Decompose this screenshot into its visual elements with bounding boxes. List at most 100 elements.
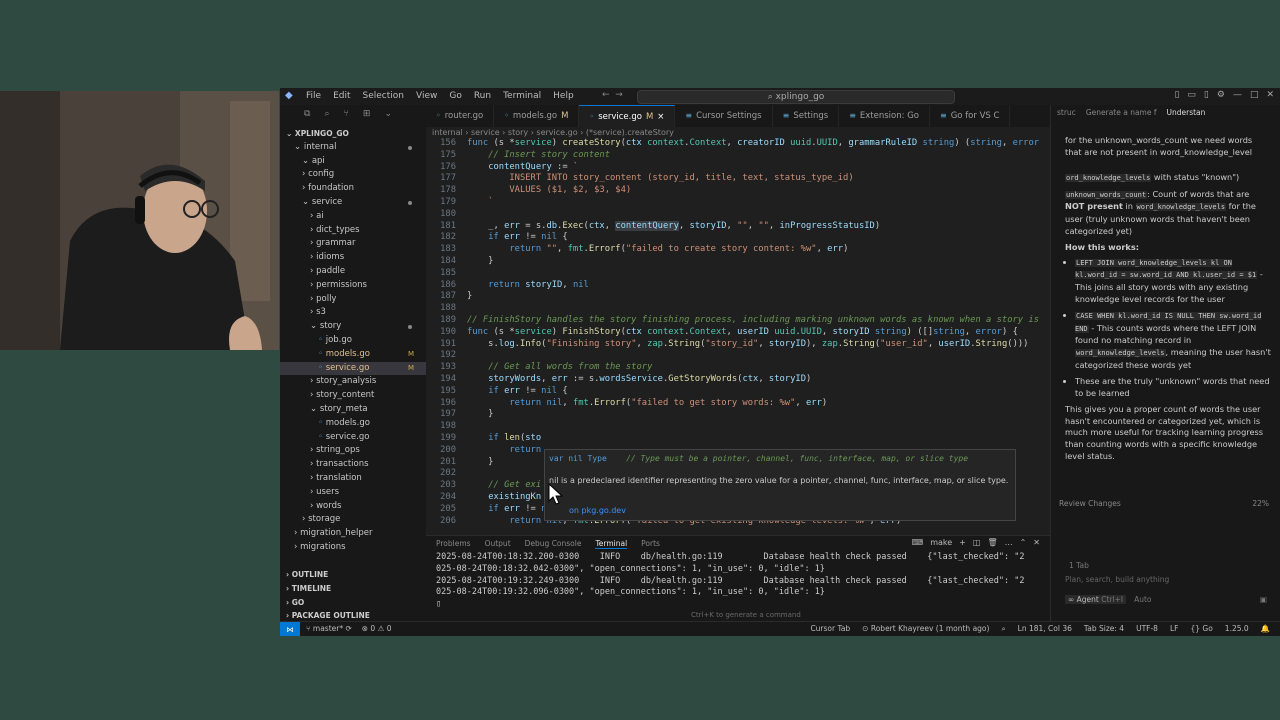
eol[interactable]: LF [1170,624,1179,634]
close-panel-icon[interactable]: ✕ [1033,538,1040,547]
more-icon[interactable]: … [1005,538,1013,547]
panel-tab-ports[interactable]: Ports [641,539,660,549]
folder-item[interactable]: › grammar [280,237,426,251]
tab-size[interactable]: Tab Size: 4 [1084,624,1124,634]
editor-tab[interactable]: ◦ models.go M [494,105,580,127]
code-line[interactable]: // FinishStory handles the story finishi… [467,315,1039,325]
terminal-output[interactable]: 2025-08-24T00:18:32.200-0300 INFO db/hea… [436,552,1040,611]
layout-panel-icon[interactable]: ▭ [1187,90,1196,100]
code-line[interactable]: } [467,457,493,467]
code-line[interactable]: if err != nil { [467,386,567,396]
pkg-go-dev-link[interactable]: on pkg.go.dev [569,506,626,515]
chevron-down-icon[interactable]: ⌄ [384,109,392,127]
file-item[interactable]: ◦ models.go [280,417,426,431]
chat-tab[interactable]: Generate a name f [1086,108,1157,126]
model-auto-select[interactable]: Auto [1134,595,1151,604]
code-line[interactable]: contentQuery := ` [467,162,578,172]
chat-tab[interactable]: struc [1057,108,1076,126]
code-line[interactable]: return "", fmt.Errorf("failed to create … [467,244,848,254]
layout-aux-icon[interactable]: ▯ [1204,90,1209,100]
editor-tab[interactable]: ≡ Go for VS C [930,105,1011,127]
code-line[interactable]: if len(sto [467,433,541,443]
editor-tab[interactable]: ≡ Cursor Settings [675,105,773,127]
section-outline[interactable]: › OUTLINE [280,568,426,582]
panel-tab-problems[interactable]: Problems [436,539,471,549]
zoom-icon[interactable]: ⌕ [1001,624,1005,634]
folder-item[interactable]: › ai [280,210,426,224]
cursor-position[interactable]: Ln 181, Col 36 [1018,624,1072,634]
code-line[interactable]: // Get exi [467,480,541,490]
folder-item[interactable]: ⌄ story_meta [280,403,426,417]
folder-item[interactable]: ⌄ service [280,196,426,210]
section-go[interactable]: › GO [280,596,426,610]
code-line[interactable]: return storyID, nil [467,280,589,290]
code-line[interactable]: return [467,445,541,455]
chat-input[interactable]: Plan, search, build anything [1065,575,1169,584]
code-line[interactable]: } [467,291,472,301]
search-icon[interactable]: ⌕ [324,109,329,127]
code-line[interactable]: // Get all words from the story [467,362,652,372]
editor-tab[interactable]: ≡ Settings [773,105,840,127]
code-line[interactable]: INSERT INTO story_content (story_id, tit… [467,173,853,183]
panel-tab-debug-console[interactable]: Debug Console [525,539,582,549]
folder-item[interactable]: › users [280,486,426,500]
panel-tab-terminal[interactable]: Terminal [595,539,628,549]
folder-item[interactable]: › story_content [280,389,426,403]
minimize-icon[interactable]: — [1233,90,1242,100]
folder-item[interactable]: › polly [280,293,426,307]
folder-item[interactable]: › translation [280,472,426,486]
code-line[interactable]: storyWords, err := s.wordsService.GetSto… [467,374,811,384]
menu-item-edit[interactable]: Edit [333,91,350,101]
chat-input-box[interactable]: 1 Tab Plan, search, build anything ∞ Age… [1059,555,1273,607]
section-timeline[interactable]: › TIMELINE [280,582,426,596]
bell-icon[interactable]: 🔔 [1261,624,1270,634]
branch-indicator[interactable]: ⑂ master* ⟳ [306,624,352,633]
trash-icon[interactable]: 🗑 [987,538,997,547]
chevron-up-icon[interactable]: ⌃ [1020,538,1027,547]
menu-item-terminal[interactable]: Terminal [503,91,541,101]
code-line[interactable]: func (s *service) FinishStory(ctx contex… [467,327,1018,337]
folder-item[interactable]: ⌄ internal [280,141,426,155]
folder-item[interactable]: › story_analysis [280,375,426,389]
layout-sidebar-icon[interactable]: ▯ [1174,90,1179,100]
folder-item[interactable]: › foundation [280,182,426,196]
review-changes-row[interactable]: Review Changes 22% [1059,499,1273,508]
gear-icon[interactable]: ⚙ [1217,90,1225,100]
extensions-icon[interactable]: ⊞ [363,109,371,127]
editor-tab[interactable]: ≡ Extension: Go [839,105,930,127]
folder-item[interactable]: ⌄ story [280,320,426,334]
file-item[interactable]: ◦ job.go [280,334,426,348]
folder-item[interactable]: › storage [280,513,426,527]
command-center[interactable]: ⌕ xplingo_go [637,90,955,104]
problems-indicator[interactable]: ⊗ 0 ⚠ 0 [362,624,392,633]
folder-item[interactable]: › words [280,500,426,514]
code-line[interactable]: if err != nil { [467,232,567,242]
code-line[interactable]: } [467,256,493,266]
folder-item[interactable]: › transactions [280,458,426,472]
folder-item[interactable]: › dict_types [280,224,426,238]
code-line[interactable]: return nil, fmt.Errorf("failed to get st… [467,398,827,408]
git-blame[interactable]: ⊙ Robert Khayreev (1 month ago) [862,624,989,634]
file-item[interactable]: ◦ service.go [280,431,426,445]
folder-item[interactable]: › idioms [280,251,426,265]
image-icon[interactable]: ▣ [1260,595,1267,604]
close-icon[interactable]: ✕ [1266,90,1274,100]
code-line[interactable]: ` [467,197,493,207]
task-name[interactable]: make [930,538,952,547]
code-line[interactable]: } [467,409,493,419]
editor-tab[interactable]: ◦ router.go [426,105,495,127]
menu-item-help[interactable]: Help [553,91,574,101]
menu-item-run[interactable]: Run [474,91,491,101]
code-line[interactable]: // Insert story content [467,150,610,160]
folder-item[interactable]: › config [280,168,426,182]
code-line[interactable]: VALUES ($1, $2, $3, $4) [467,185,631,195]
copy-icon[interactable]: ⧉ [304,109,310,127]
editor-tab[interactable]: ◦ service.go M × [579,105,676,127]
file-item[interactable]: ◦ service.go M [280,361,426,376]
close-tab-icon[interactable]: × [657,106,664,127]
language-mode[interactable]: {} Go [1190,624,1212,634]
menu-item-go[interactable]: Go [449,91,461,101]
chat-tab[interactable]: Understan [1167,108,1206,126]
explorer-root[interactable]: ⌄ XPLINGO_GO [280,127,426,141]
code-line[interactable]: s.log.Info("Finishing story", zap.String… [467,339,1028,349]
